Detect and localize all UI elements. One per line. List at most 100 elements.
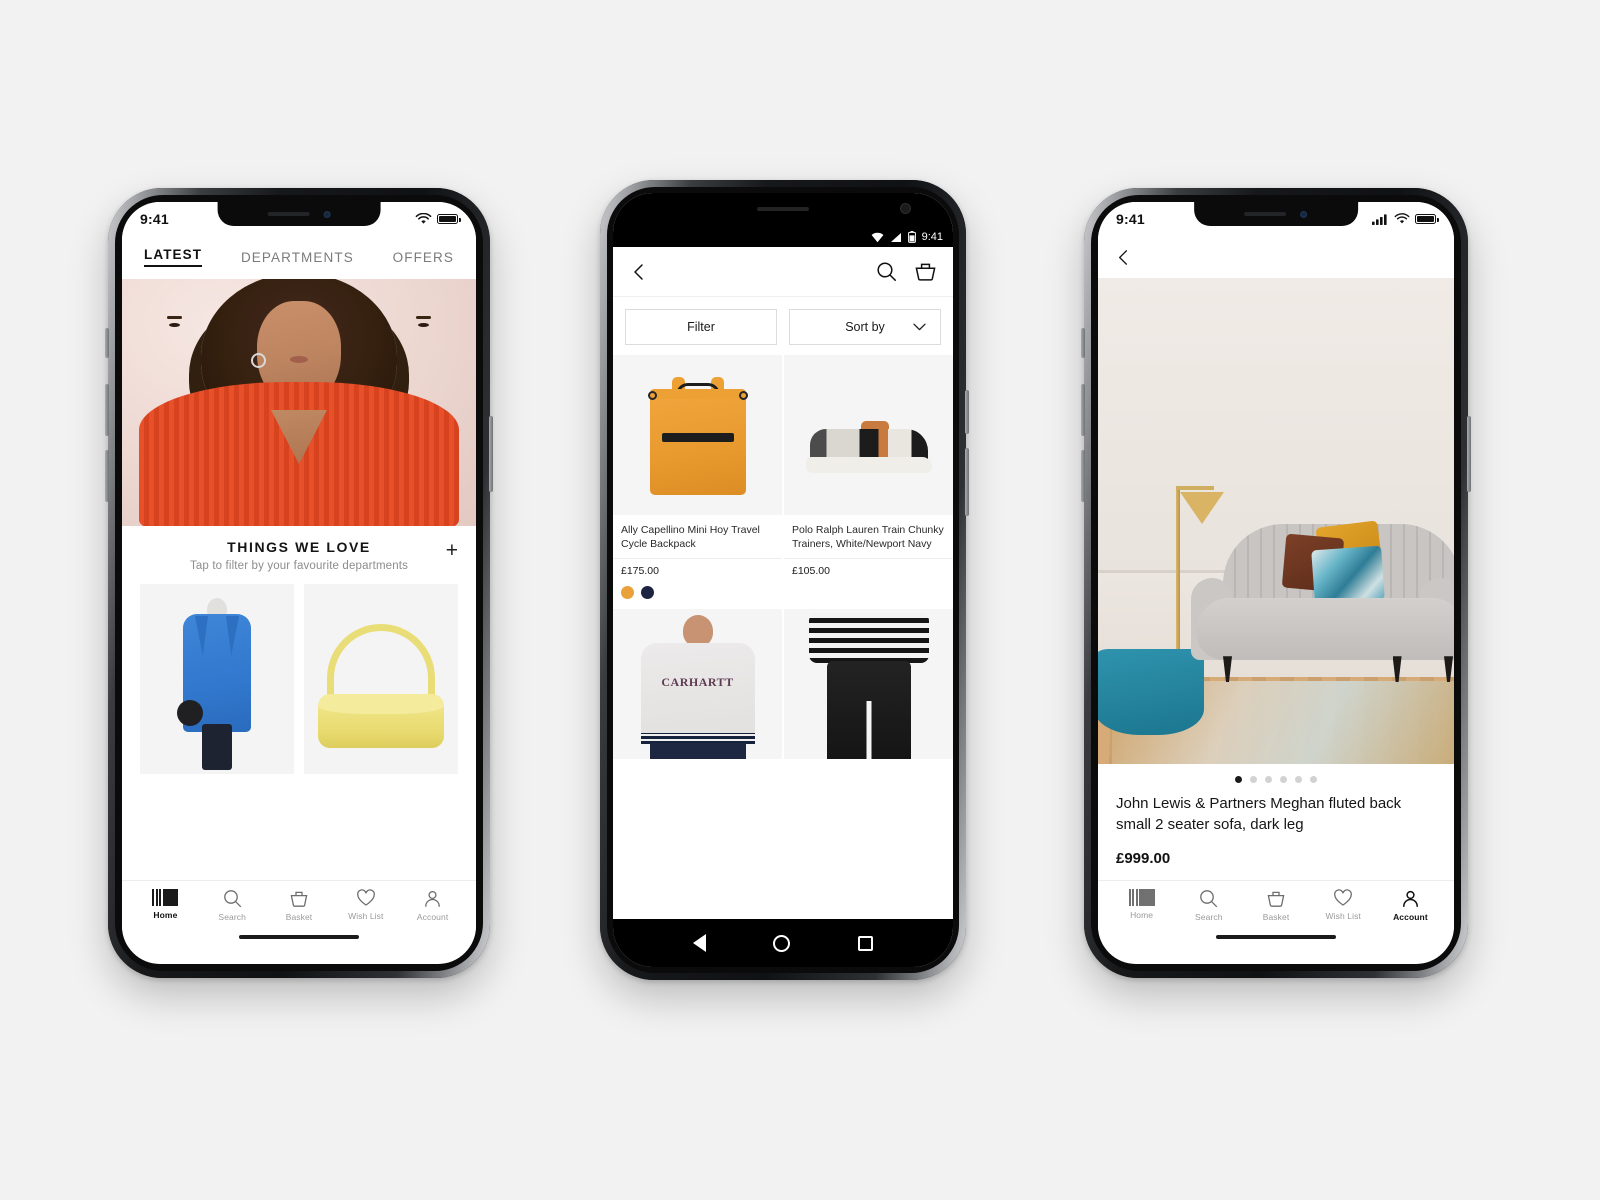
search-icon <box>1200 890 1218 908</box>
tab-departments[interactable]: DEPARTMENTS <box>241 250 354 265</box>
status-time: 9:41 <box>921 231 943 243</box>
nav-item-account[interactable]: Account <box>1377 889 1444 922</box>
filter-button-label: Filter <box>687 320 715 334</box>
phone-1-status-bar: 9:41 <box>122 202 476 236</box>
john-lewis-logo-icon <box>152 889 179 906</box>
teal-pouffe <box>1098 648 1205 735</box>
product-name: Ally Capellino Mini Hoy Travel Cycle Bac… <box>621 524 760 551</box>
gallery-dot-2[interactable] <box>1250 776 1257 783</box>
nav-item-basket[interactable]: Basket <box>266 889 333 922</box>
tab-offers[interactable]: OFFERS <box>393 250 454 265</box>
product-tile-trainers[interactable]: Polo Ralph Lauren Train Chunky Trainers,… <box>784 355 953 609</box>
nav-label-basket: Basket <box>1262 912 1290 922</box>
phone-3-app-bar <box>1098 236 1454 278</box>
model-eye-left <box>169 323 180 327</box>
power-button[interactable] <box>1467 416 1471 492</box>
nav-item-home[interactable]: Home <box>132 889 199 922</box>
volume-up-button[interactable] <box>1081 384 1085 436</box>
volume-down-button[interactable] <box>105 450 109 502</box>
basket-icon[interactable] <box>914 261 937 282</box>
backpack-clip-left <box>647 391 657 400</box>
nav-item-wish-list[interactable]: Wish List <box>1310 889 1377 922</box>
tab-latest[interactable]: LATEST <box>144 247 203 267</box>
mute-switch[interactable] <box>105 328 109 358</box>
things-we-love-cards <box>122 578 476 774</box>
front-camera-icon <box>1300 210 1308 218</box>
nav-item-wish-list[interactable]: Wish List <box>332 889 399 922</box>
product-gallery-image[interactable] <box>1098 278 1454 764</box>
backpack-clip-right <box>738 391 748 400</box>
product-tile-trousers[interactable] <box>784 609 953 769</box>
product-card-bag[interactable] <box>304 584 458 774</box>
nav-label-wish-list: Wish List <box>1325 911 1361 921</box>
earpiece-speaker <box>1244 212 1287 216</box>
gallery-dot-1[interactable] <box>1235 776 1242 783</box>
backpack-body <box>649 399 746 495</box>
nav-item-home[interactable]: Home <box>1108 889 1175 922</box>
nav-item-basket[interactable]: Basket <box>1242 889 1309 922</box>
sweatshirt-body <box>640 643 755 744</box>
phone-1-bottom-nav: Home Search Basket Wish List Account <box>122 880 476 928</box>
volume-down-button[interactable] <box>1081 450 1085 502</box>
product-tile-backpack[interactable]: Ally Capellino Mini Hoy Travel Cycle Bac… <box>613 355 782 609</box>
nav-item-search[interactable]: Search <box>1175 889 1242 922</box>
nav-item-account[interactable]: Account <box>399 889 466 922</box>
status-time: 9:41 <box>1116 211 1145 227</box>
volume-up-button[interactable] <box>105 384 109 436</box>
striped-top <box>808 613 929 664</box>
android-back-icon[interactable] <box>692 934 706 952</box>
search-icon <box>223 890 241 908</box>
product-card-coat[interactable] <box>140 584 294 774</box>
signal-icon <box>890 232 901 242</box>
nav-item-search[interactable]: Search <box>199 889 266 922</box>
back-chevron-icon[interactable] <box>629 262 649 282</box>
product-title: John Lewis & Partners Meghan fluted back… <box>1098 787 1454 836</box>
power-button[interactable] <box>489 416 493 492</box>
sweatshirt-image: CARHARTT <box>613 609 782 760</box>
power-button[interactable] <box>965 390 969 434</box>
home-indicator[interactable] <box>1098 928 1454 946</box>
nav-label-wish-list: Wish List <box>348 911 384 921</box>
phone-2-status-area: 9:41 <box>613 193 953 247</box>
back-chevron-icon[interactable] <box>1114 248 1133 267</box>
search-icon[interactable] <box>876 261 897 282</box>
mute-switch[interactable] <box>1081 328 1085 358</box>
product-tile-sweatshirt[interactable]: CARHARTT <box>613 609 782 769</box>
wifi-icon <box>1394 213 1410 224</box>
volume-rocker[interactable] <box>965 448 969 516</box>
app-bar-actions <box>876 261 937 282</box>
things-we-love-section: THINGS WE LOVE Tap to filter by your fav… <box>122 526 476 578</box>
nav-label-search: Search <box>1195 912 1223 922</box>
filter-button[interactable]: Filter <box>625 309 777 345</box>
swatch-amber[interactable] <box>621 586 634 600</box>
android-home-icon[interactable] <box>773 934 791 952</box>
backpack-image <box>613 355 782 515</box>
nav-label-home: Home <box>1130 910 1154 920</box>
phone-1-bottom: Home Search Basket Wish List Account <box>122 880 476 946</box>
phone-1-notch <box>217 202 381 226</box>
gallery-dot-3[interactable] <box>1265 776 1272 783</box>
gallery-dot-4[interactable] <box>1280 776 1287 783</box>
home-indicator[interactable] <box>122 928 476 946</box>
backpack-zip <box>661 433 734 442</box>
status-time: 9:41 <box>140 211 169 227</box>
swatch-navy[interactable] <box>641 586 654 600</box>
sort-by-button[interactable]: Sort by <box>789 309 941 345</box>
product-price: £999.00 <box>1098 835 1454 883</box>
hoop-earring <box>251 353 266 368</box>
sofa-leg-2 <box>1392 656 1402 683</box>
coat-model-legs <box>202 724 232 770</box>
wifi-icon <box>871 232 883 242</box>
front-camera-icon <box>900 203 911 214</box>
grey-sofa <box>1190 516 1454 686</box>
gallery-dot-6[interactable] <box>1310 776 1317 783</box>
add-department-button[interactable]: + <box>446 540 458 561</box>
basket-icon <box>1267 891 1285 907</box>
nav-label-home: Home <box>153 910 178 920</box>
phone-1-iphone: 9:41 LATEST DEPARTMENTS OFFERS THINGS WE… <box>105 188 493 978</box>
hero-banner[interactable] <box>122 279 476 526</box>
android-recents-icon[interactable] <box>858 935 874 951</box>
wifi-icon <box>415 213 432 224</box>
gallery-dot-5[interactable] <box>1295 776 1302 783</box>
carhartt-wordmark: CARHARTT <box>661 675 734 690</box>
